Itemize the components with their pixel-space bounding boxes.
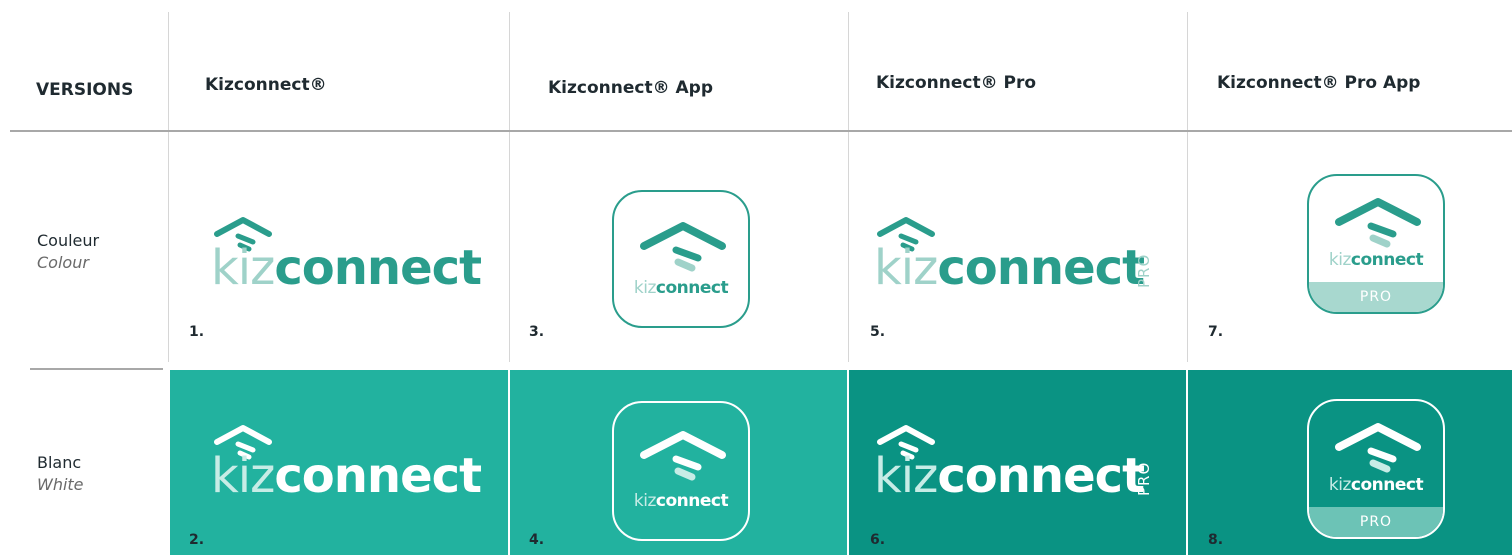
item-number-7: 7. [1208, 324, 1224, 340]
kizconnect-wordmark: kizconnect [211, 448, 482, 504]
item-number-2: 2. [189, 532, 205, 548]
app-wordmark: kizconnect [633, 491, 729, 511]
wordmark-kiz: kiz [211, 240, 275, 296]
header-versions: VERSIONS [36, 80, 134, 100]
item-number-5: 5. [870, 324, 886, 340]
house-roof-icon [1335, 423, 1421, 473]
item-number-6: 6. [870, 532, 886, 548]
row-label-colour: Couleur Colour [37, 230, 99, 274]
wordmark-kiz: kiz [874, 448, 938, 504]
column-divider [509, 12, 510, 362]
item-number-8: 8. [1208, 532, 1224, 548]
kizconnect-wordmark: kizconnect [211, 240, 482, 296]
pro-bar: PRO [1309, 282, 1443, 312]
kizconnect-wordmark: kizconnect [874, 448, 1145, 504]
app-wordmark: kizconnect [633, 278, 729, 298]
house-roof-icon [1335, 198, 1421, 248]
wordmark-kiz: kiz [211, 448, 275, 504]
item-number-4: 4. [529, 532, 545, 548]
wordmark-connect: connect [274, 240, 482, 296]
header-col-kizconnect: Kizconnect® [205, 75, 327, 95]
app-wordmark: kizconnect [1328, 475, 1424, 495]
row-label-fr: Couleur [37, 231, 100, 250]
column-divider [848, 12, 849, 362]
app-icon: kizconnect [612, 401, 750, 541]
row-label-en: White [37, 475, 84, 494]
row-label-white: Blanc White [37, 452, 84, 496]
wordmark-connect: connect [274, 448, 482, 504]
app-wordmark: kizconnect [1328, 250, 1424, 270]
app-icon: kizconnect PRO [1307, 399, 1445, 539]
header-col-kizconnect-app: Kizconnect® App [548, 78, 714, 98]
pro-bar: PRO [1309, 507, 1443, 537]
wordmark-connect: connect [937, 240, 1145, 296]
column-divider [1187, 12, 1188, 362]
header-col-kizconnect-pro: Kizconnect® Pro [876, 73, 1037, 93]
column-divider [168, 12, 169, 362]
row-label-en: Colour [37, 253, 89, 272]
item-number-3: 3. [529, 324, 545, 340]
kizconnect-wordmark: kizconnect [874, 240, 1145, 296]
header-divider [10, 130, 1512, 132]
header-col-kizconnect-pro-app: Kizconnect® Pro App [1217, 73, 1421, 93]
row-divider [30, 368, 163, 370]
pro-label: PRO [1135, 253, 1153, 288]
wordmark-kiz: kiz [874, 240, 938, 296]
row-label-fr: Blanc [37, 453, 82, 472]
house-roof-icon [640, 222, 726, 272]
wordmark-connect: connect [937, 448, 1145, 504]
house-roof-icon [640, 431, 726, 481]
item-number-1: 1. [189, 324, 205, 340]
app-icon: kizconnect PRO [1307, 174, 1445, 314]
pro-label: PRO [1135, 461, 1153, 496]
app-icon: kizconnect [612, 190, 750, 328]
